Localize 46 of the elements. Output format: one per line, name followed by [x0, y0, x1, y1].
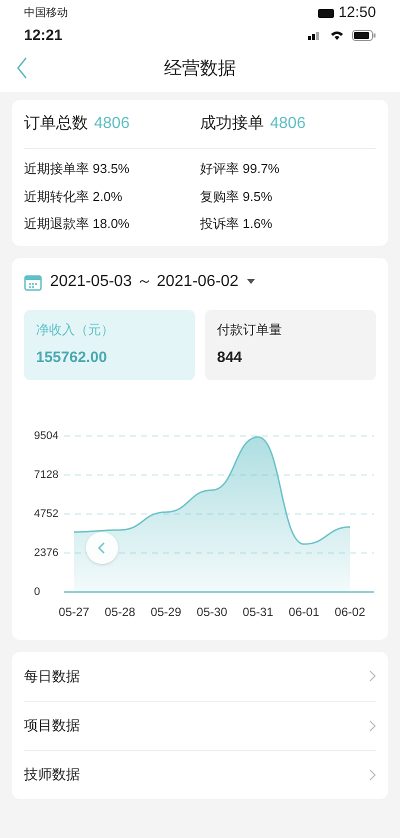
page-title: 经营数据: [164, 56, 236, 80]
chevron-left-icon: [16, 57, 28, 79]
rate-text: 近期转化率 2.0%: [24, 188, 124, 206]
metric-label: 净收入（元）: [36, 320, 115, 338]
status-time: 12:50: [338, 3, 376, 23]
menu-item[interactable]: 项目数据: [24, 700, 376, 750]
axis-label: 05-29: [150, 604, 182, 618]
axis-label: 05-27: [58, 604, 90, 618]
wifi-icon: [330, 30, 344, 42]
metric-value: 155762.00: [36, 348, 108, 368]
axis-label: 4752: [34, 507, 58, 520]
chevron-right-icon: [369, 670, 376, 682]
axis-label: 05-31: [242, 604, 274, 618]
total-label: 订单总数: [24, 114, 88, 134]
total-value: 4806: [270, 114, 306, 134]
total-label: 成功接单: [200, 114, 264, 134]
battery-icon: [352, 30, 376, 42]
date-range-picker[interactable]: 2021-05-03 ～ 2021-06-02: [24, 270, 255, 294]
chevron-right-icon: [369, 768, 376, 780]
axis-label: 7128: [34, 468, 58, 480]
battery-icon: [318, 8, 334, 18]
rate-text: 投诉率 1.6%: [200, 215, 274, 233]
metric-tab[interactable]: 付款订单量 844: [205, 310, 376, 380]
signal-icon: [308, 31, 322, 40]
menu-item[interactable]: 每日数据: [24, 652, 376, 700]
caret-down-icon: [246, 279, 255, 284]
chevron-right-icon: [369, 720, 376, 732]
rate-text: 近期接单率 93.5%: [24, 160, 130, 178]
chevron-left-icon: [97, 542, 107, 554]
metric-value: 844: [217, 348, 244, 368]
axis-label: 9504: [34, 429, 58, 442]
menu-item[interactable]: 技师数据: [24, 750, 376, 798]
axis-label: 06-01: [288, 604, 320, 618]
rate-text: 复购率 9.5%: [200, 188, 274, 206]
calendar-icon: [24, 272, 42, 290]
metric-label: 付款订单量: [217, 320, 283, 338]
axis-label: 2376: [34, 546, 58, 558]
axis-label: 06-02: [334, 604, 366, 618]
axis-label: 0: [34, 585, 40, 598]
rate-text: 近期退款率 18.0%: [24, 215, 130, 233]
axis-label: 05-30: [196, 604, 228, 618]
status-time: 12:21: [24, 26, 62, 46]
total-value: 4806: [94, 114, 130, 134]
rate-text: 好评率 99.7%: [200, 160, 280, 178]
carrier-name: 中国移动: [24, 6, 68, 21]
axis-label: 05-28: [104, 604, 136, 618]
